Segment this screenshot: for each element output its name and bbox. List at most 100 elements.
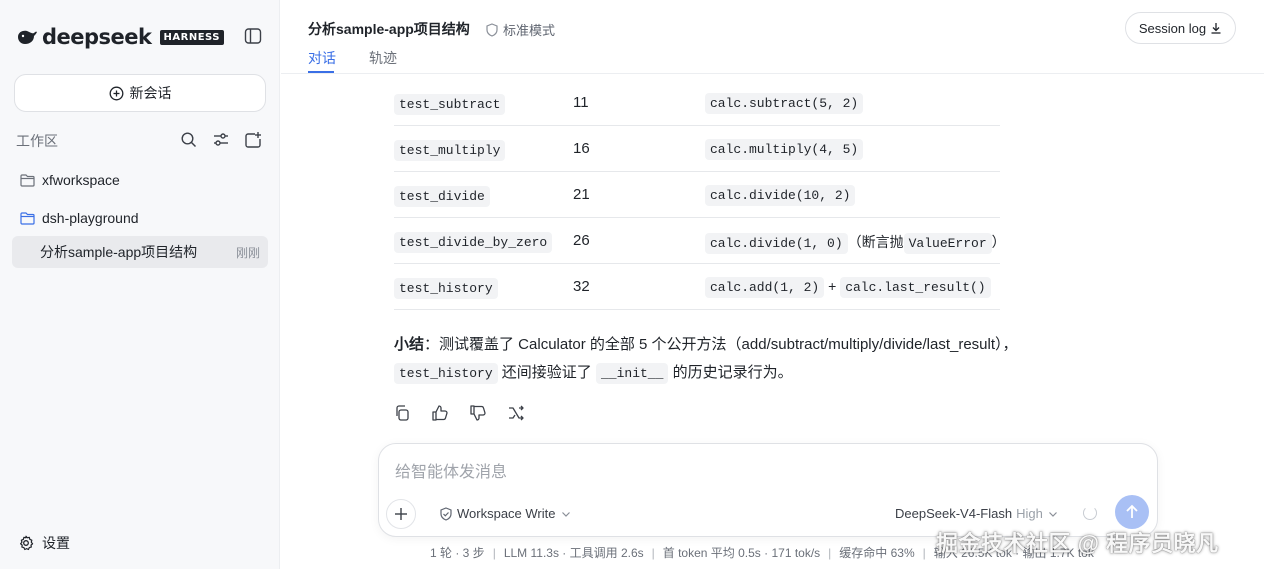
call-code: calc.subtract(5, 2) bbox=[705, 93, 864, 114]
sidebar-toggle-icon[interactable] bbox=[244, 27, 262, 45]
loading-spinner-icon bbox=[1083, 506, 1097, 520]
chevron-down-icon bbox=[1048, 511, 1057, 517]
settings-button[interactable]: 设置 bbox=[18, 533, 70, 553]
summary-paragraph: 小结：测试覆盖了 Calculator 的全部 5 个公开方法（add/subt… bbox=[394, 331, 1094, 388]
summary-text: 的历史记录行为。 bbox=[672, 364, 793, 381]
workspace-tools bbox=[180, 131, 262, 149]
page-title: 分析sample-app项目结构 bbox=[308, 21, 470, 37]
test-name: test_history bbox=[394, 278, 498, 299]
new-chat-button[interactable]: 新会话 bbox=[14, 74, 266, 112]
table-row: test_history 32 calc.add(1, 2) + calc.la… bbox=[394, 264, 1000, 310]
effort-level: High bbox=[1016, 506, 1043, 521]
summary-heading: 小结 bbox=[394, 336, 425, 353]
line-number: 32 bbox=[573, 278, 590, 295]
table-row: test_subtract 11 calc.subtract(5, 2) bbox=[394, 80, 1000, 126]
summary-code: __init__ bbox=[595, 363, 669, 384]
copy-icon[interactable] bbox=[393, 404, 411, 422]
call-cell: calc.subtract(5, 2) bbox=[705, 93, 864, 114]
session-log-label: Session log bbox=[1138, 20, 1207, 36]
session-item-active[interactable]: 分析sample-app项目结构 刚刚 bbox=[12, 236, 268, 268]
call-code: calc.divide(10, 2) bbox=[705, 185, 856, 206]
call-code: calc.last_result() bbox=[840, 277, 991, 298]
summary-text: ：测试覆盖了 Calculator 的全部 5 个公开方法（add/subtra… bbox=[424, 336, 1018, 353]
logo-text: deepseek bbox=[42, 25, 152, 49]
gear-icon bbox=[20, 535, 34, 551]
sidebar: deepseek HARNESS 新会话 工作区 xfworkspace dsh… bbox=[0, 0, 280, 569]
attach-button[interactable] bbox=[386, 499, 416, 529]
table-row: test_divide_by_zero 26 calc.divide(1, 0)… bbox=[394, 218, 1006, 264]
session-log-button[interactable]: Session log bbox=[1125, 12, 1236, 44]
status-item: 首 token 平均 0.5s · 171 tok/s bbox=[662, 546, 821, 560]
line-number: 16 bbox=[573, 140, 590, 157]
call-text: + bbox=[828, 278, 837, 294]
call-text: （断言抛 bbox=[847, 234, 904, 250]
summary-code: test_history bbox=[394, 363, 498, 384]
line-number: 21 bbox=[573, 186, 590, 203]
test-name: test_multiply bbox=[394, 140, 506, 161]
workspace-mode-label: Workspace Write bbox=[457, 506, 556, 521]
status-item: 1 轮 · 3 步 bbox=[430, 546, 485, 560]
workspace-mode-select[interactable]: Workspace Write bbox=[439, 506, 575, 521]
call-cell: calc.divide(10, 2) bbox=[705, 185, 856, 206]
thumbs-up-icon[interactable] bbox=[431, 404, 449, 422]
search-icon[interactable] bbox=[180, 131, 198, 149]
message-actions bbox=[393, 404, 525, 422]
session-time: 刚刚 bbox=[235, 245, 260, 260]
test-name: test_subtract bbox=[394, 94, 506, 115]
call-text: ） bbox=[991, 234, 1006, 250]
status-item: 缓存命中 63% bbox=[839, 546, 915, 560]
plus-circle-icon bbox=[109, 86, 123, 100]
test-name: test_divide_by_zero bbox=[394, 232, 553, 253]
tab-conversation[interactable]: 对话 bbox=[308, 48, 336, 68]
line-number: 11 bbox=[573, 94, 589, 111]
watermark: 掘金技术社区 @ 程序员晓凡 bbox=[936, 531, 1219, 556]
logo-badge: HARNESS bbox=[159, 29, 224, 45]
active-tab-indicator bbox=[308, 71, 334, 73]
mode-indicator[interactable]: 标准模式 bbox=[485, 20, 555, 39]
filter-icon[interactable] bbox=[212, 131, 230, 149]
call-code: ValueError bbox=[903, 233, 992, 254]
summary-text: 还间接验证了 bbox=[501, 364, 592, 381]
call-cell: calc.divide(1, 0) （断言抛 ValueError） bbox=[705, 232, 1006, 254]
folder-item-xfworkspace[interactable]: xfworkspace bbox=[20, 170, 120, 190]
table-row: test_multiply 16 calc.multiply(4, 5) bbox=[394, 126, 1000, 172]
table-row: test_divide 21 calc.divide(10, 2) bbox=[394, 172, 1000, 218]
whale-logo-icon bbox=[18, 30, 37, 44]
shield-check-icon bbox=[440, 506, 452, 521]
line-number: 26 bbox=[573, 232, 590, 249]
chevron-down-icon bbox=[561, 511, 570, 517]
call-cell: calc.multiply(4, 5) bbox=[705, 139, 864, 160]
thumbs-down-icon[interactable] bbox=[469, 404, 487, 422]
call-code: calc.divide(1, 0) bbox=[705, 233, 848, 254]
call-code: calc.add(1, 2) bbox=[705, 277, 825, 298]
test-table: test_subtract 11 calc.subtract(5, 2) tes… bbox=[394, 80, 1006, 310]
folder-label: dsh-playground bbox=[42, 210, 139, 226]
folder-icon bbox=[20, 173, 35, 187]
folder-label: xfworkspace bbox=[42, 172, 120, 188]
download-icon bbox=[1211, 23, 1221, 34]
message-composer: Workspace Write DeepSeek-V4-Flash High bbox=[378, 443, 1158, 537]
new-chat-label: 新会话 bbox=[129, 85, 172, 101]
call-code: calc.multiply(4, 5) bbox=[705, 139, 864, 160]
folder-open-icon bbox=[20, 211, 35, 225]
add-folder-icon[interactable] bbox=[244, 131, 262, 149]
arrow-up-icon bbox=[1126, 504, 1138, 518]
shield-icon bbox=[486, 22, 498, 37]
tab-trace[interactable]: 轨迹 bbox=[369, 48, 397, 68]
send-button[interactable] bbox=[1115, 495, 1149, 529]
call-cell: calc.add(1, 2) + calc.last_result() bbox=[705, 277, 991, 298]
model-name: DeepSeek-V4-Flash bbox=[895, 506, 1013, 521]
test-name: test_divide bbox=[394, 186, 490, 207]
folder-item-dsh-playground[interactable]: dsh-playground bbox=[20, 208, 139, 228]
logo: deepseek HARNESS bbox=[16, 24, 224, 50]
mode-label: 标准模式 bbox=[503, 23, 556, 38]
branch-icon[interactable] bbox=[507, 404, 525, 422]
status-item: LLM 11.3s · 工具调用 2.6s bbox=[503, 546, 644, 560]
session-title: 分析sample-app项目结构 bbox=[40, 244, 198, 260]
model-select[interactable]: DeepSeek-V4-Flash High bbox=[895, 506, 1058, 521]
settings-label: 设置 bbox=[42, 535, 70, 551]
message-input[interactable] bbox=[395, 458, 1135, 484]
workspace-label: 工作区 bbox=[16, 133, 58, 149]
plus-icon bbox=[395, 508, 407, 520]
conversation-header: 分析sample-app项目结构 标准模式 对话 轨迹 Session log bbox=[281, 0, 1264, 74]
